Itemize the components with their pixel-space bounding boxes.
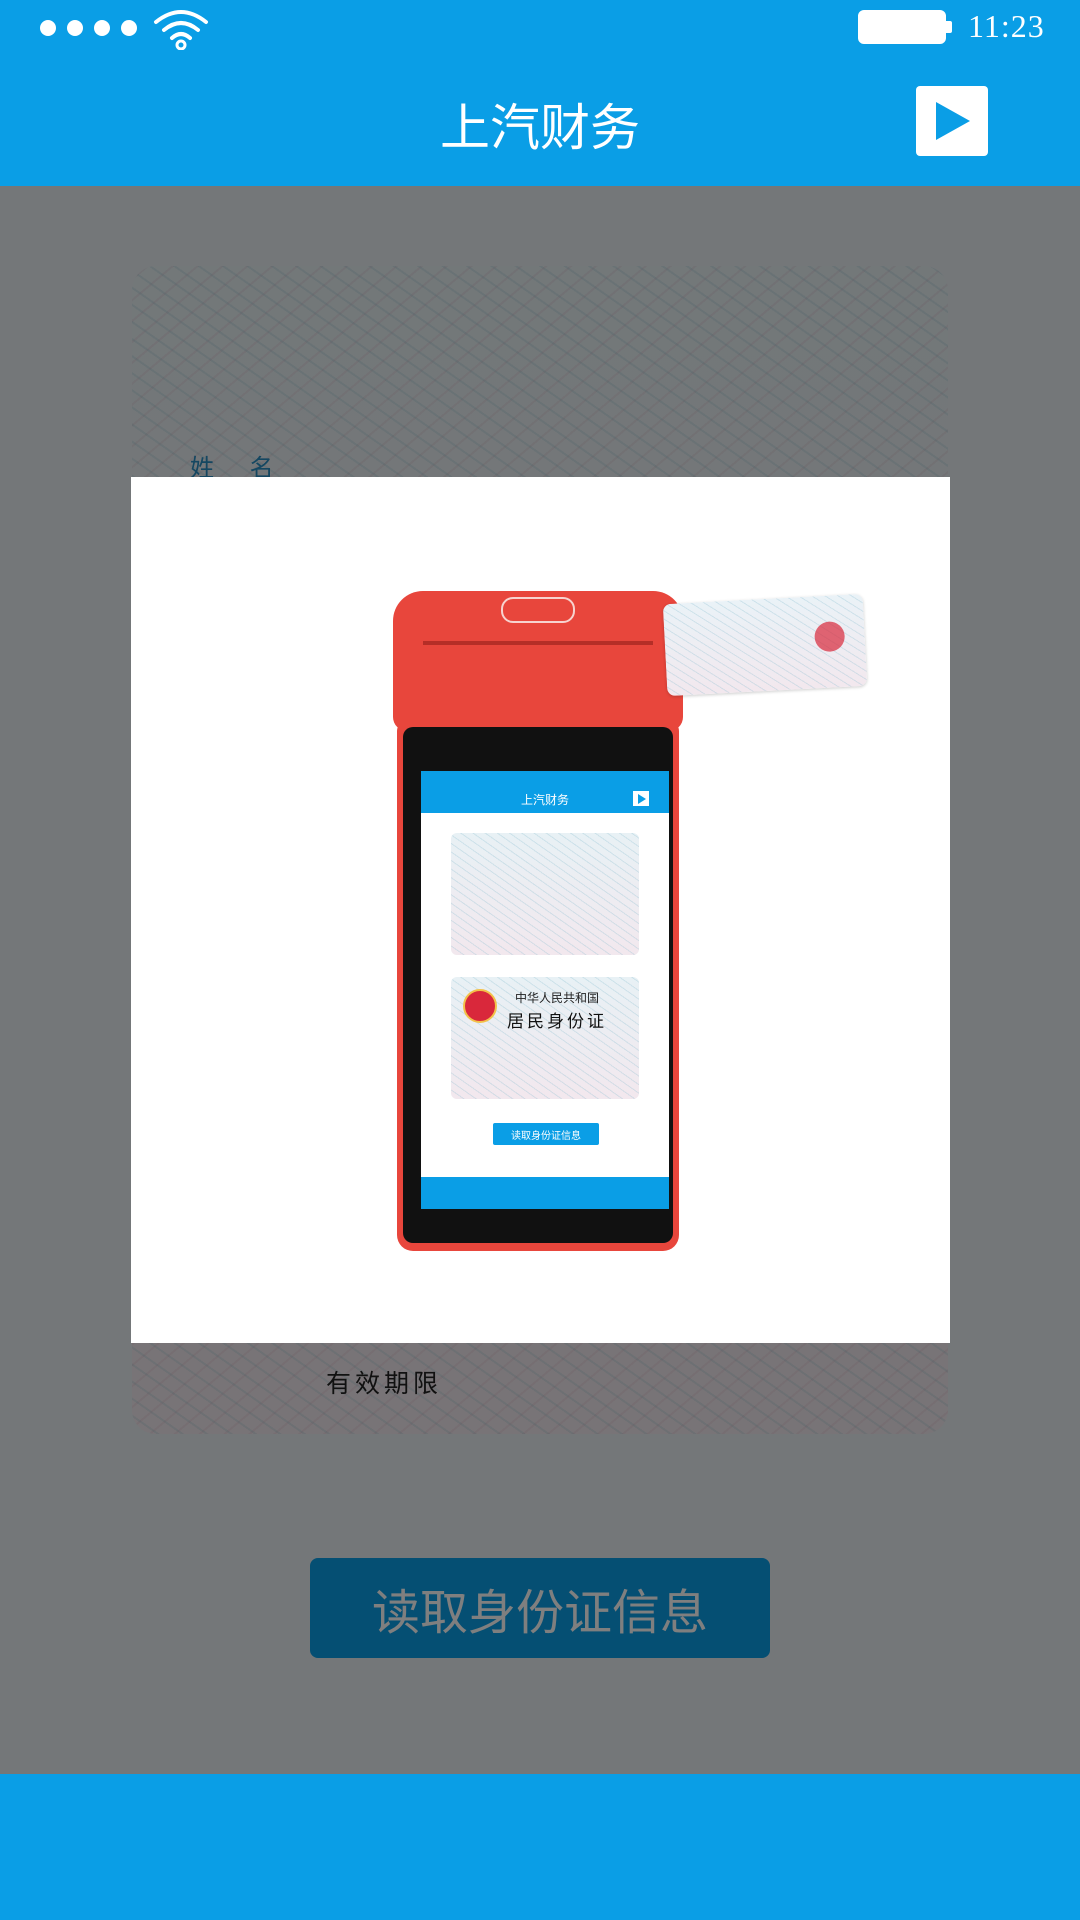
national-emblem-icon <box>813 620 846 653</box>
mini-screen: 上汽财务 中华人民共和国 居民身份证 读取身份证信息 <box>421 771 669 1209</box>
mini-title: 上汽财务 <box>520 793 569 807</box>
printer-slot <box>423 641 653 645</box>
play-icon <box>936 102 970 140</box>
battery-icon <box>858 10 952 44</box>
top-app-bar: 11:23 上汽财务 <box>0 0 1080 186</box>
national-emblem-icon <box>463 989 497 1023</box>
mini-id-card-front <box>451 833 639 955</box>
wifi-icon <box>154 10 208 50</box>
instruction-modal[interactable]: 上汽财务 中华人民共和国 居民身份证 读取身份证信息 <box>131 477 950 1343</box>
status-time: 11:23 <box>968 8 1045 44</box>
bottom-bar <box>0 1774 1080 1920</box>
device-body: 上汽财务 中华人民共和国 居民身份证 读取身份证信息 <box>397 721 679 1251</box>
mini-bottom-bar <box>421 1177 669 1209</box>
mini-read-button: 读取身份证信息 <box>493 1123 599 1145</box>
play-button[interactable] <box>916 86 988 156</box>
nfc-icon <box>501 597 575 623</box>
device-screen-frame: 上汽财务 中华人民共和国 居民身份证 读取身份证信息 <box>403 727 673 1243</box>
mini-card-line1: 中华人民共和国 <box>515 991 600 1005</box>
mini-play-icon <box>633 791 649 806</box>
mini-id-card-back: 中华人民共和国 居民身份证 <box>451 977 639 1099</box>
device-illustration: 上汽财务 中华人民共和国 居民身份证 读取身份证信息 <box>393 591 683 1251</box>
printer-head <box>393 591 683 731</box>
floating-id-card <box>662 593 868 697</box>
signal-dots-icon <box>40 20 137 36</box>
mini-card-line2: 居民身份证 <box>507 1012 607 1032</box>
